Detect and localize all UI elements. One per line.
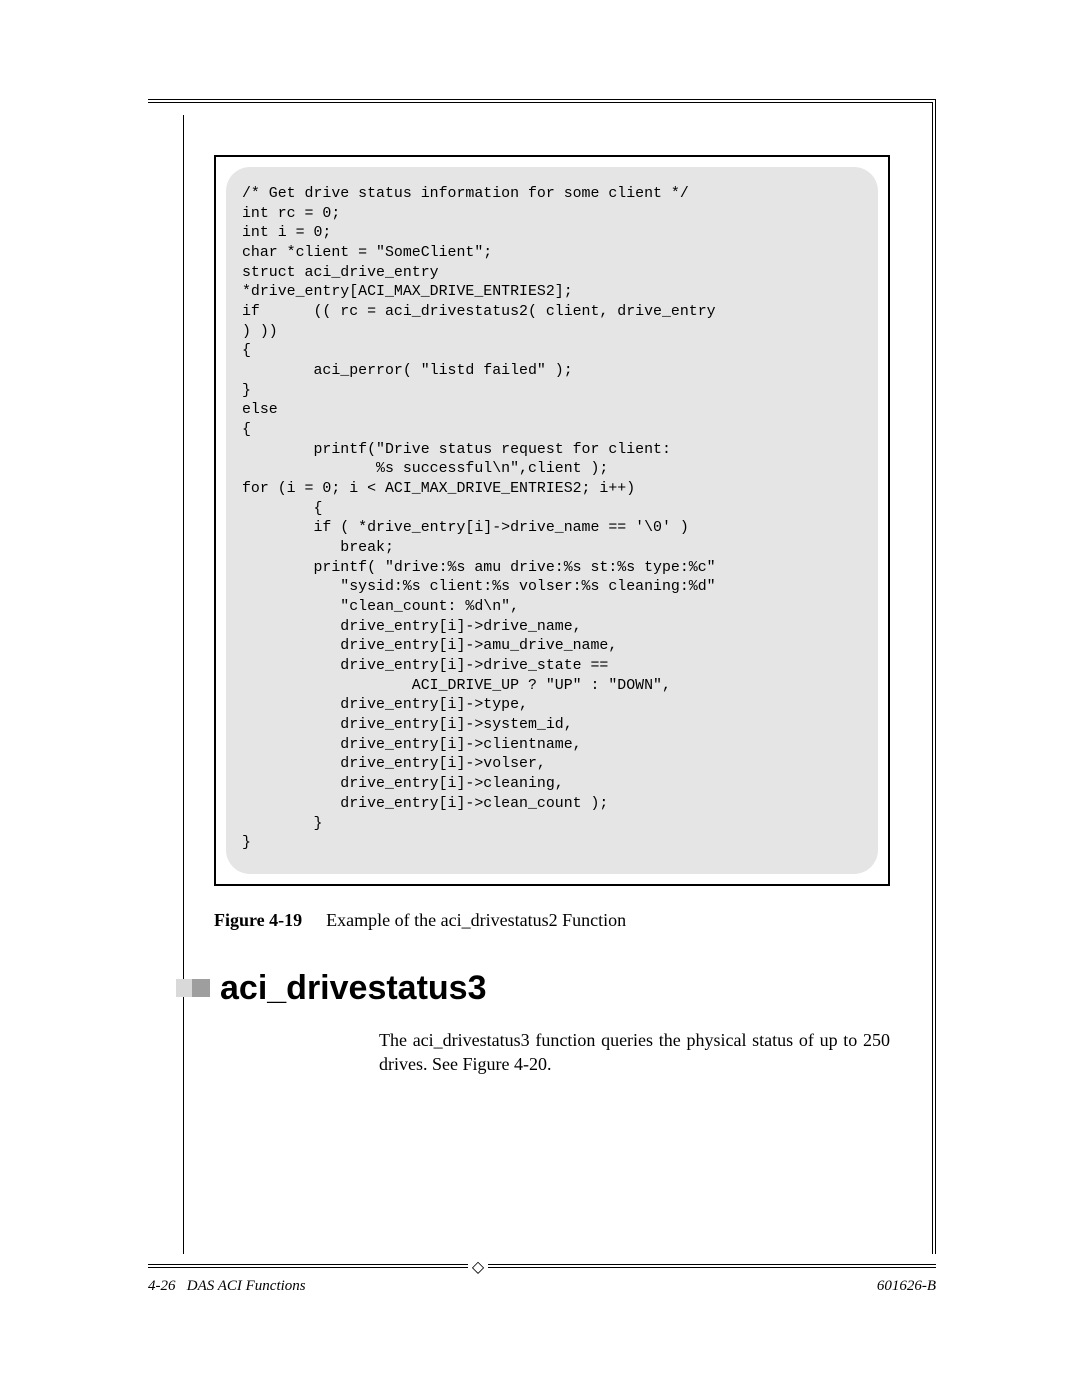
footer-left: 4-26 DAS ACI Functions xyxy=(148,1278,306,1295)
code-listing: /* Get drive status information for some… xyxy=(242,185,862,854)
footer-ornament-icon: ◇ xyxy=(468,1257,488,1277)
figure-label: Figure 4-19 xyxy=(214,910,302,930)
figure-caption-text: Example of the aci_drivestatus2 Function xyxy=(326,910,626,930)
page-frame: /* Get drive status information for some… xyxy=(148,99,936,1254)
footer-doc-id: 601626-B xyxy=(877,1278,936,1295)
figure-caption: Figure 4-19 Example of the aci_drivestatu… xyxy=(214,910,890,931)
footer-rule: ◇ xyxy=(148,1264,936,1274)
section-bullet-dark-icon xyxy=(192,979,210,997)
code-block: /* Get drive status information for some… xyxy=(226,167,878,874)
outer-border: /* Get drive status information for some… xyxy=(148,99,936,1254)
code-figure-frame: /* Get drive status information for some… xyxy=(214,155,890,886)
footer-chapter-title: DAS ACI Functions xyxy=(187,1278,306,1294)
page-footer: ◇ 4-26 DAS ACI Functions 601626-B xyxy=(148,1264,936,1295)
section-heading-row: aci_drivestatus3 xyxy=(176,969,890,1008)
content-column: /* Get drive status information for some… xyxy=(183,115,920,1254)
section-title: aci_drivestatus3 xyxy=(220,969,487,1008)
section-body: The aci_drivestatus3 function queries th… xyxy=(379,1028,890,1077)
footer-page-number: 4-26 xyxy=(148,1278,176,1294)
